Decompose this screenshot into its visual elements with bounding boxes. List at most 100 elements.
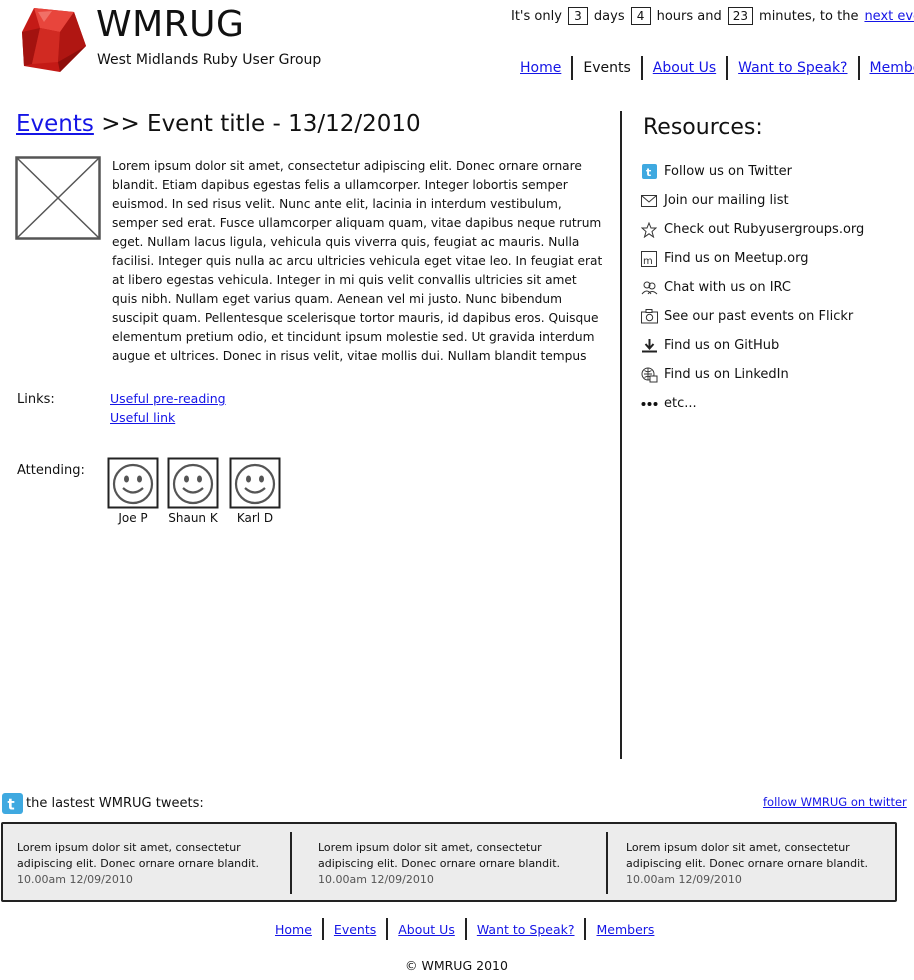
meetup-icon: m [640, 250, 658, 268]
tweets-header: t the lastest WMRUG tweets: [2, 793, 204, 814]
tweet-meta: 10.00am 12/09/2010 [318, 873, 434, 886]
footer-nav-speak[interactable]: Want to Speak? [477, 922, 575, 937]
footer-nav: Home Events About Us Want to Speak? Memb… [275, 918, 654, 940]
avatar-smiley-icon [229, 457, 281, 509]
nav-divider [640, 56, 643, 80]
resource-twitter[interactable]: t Follow us on Twitter [640, 157, 864, 186]
footer-nav-about[interactable]: About Us [398, 922, 455, 937]
nav-divider [857, 56, 860, 80]
event-image-placeholder [15, 156, 101, 240]
download-icon [640, 337, 658, 355]
ruby-logo [22, 8, 86, 72]
countdown-minutes: 23 [727, 7, 754, 25]
resource-label: Find us on LinkedIn [664, 367, 789, 382]
camera-icon [640, 308, 658, 326]
countdown-hours-label: hours and [656, 8, 722, 24]
nav-divider [321, 918, 324, 940]
follow-twitter-link[interactable]: follow WMRUG on twitter [763, 795, 907, 809]
footer-nav-events[interactable]: Events [334, 922, 376, 937]
nav-divider [571, 56, 574, 80]
mail-icon [640, 192, 658, 210]
event-description: Lorem ipsum dolor sit amet, consectetur … [112, 159, 603, 363]
next-event-link[interactable]: next event! [864, 9, 914, 24]
resource-irc[interactable]: Chat with us on IRC [640, 273, 864, 302]
site-title: WMRUG [96, 4, 245, 45]
nav-divider [386, 918, 389, 940]
svg-text:t: t [646, 166, 651, 179]
resource-label: etc... [664, 396, 697, 411]
tweet-meta: 10.00am 12/09/2010 [626, 873, 742, 886]
tweet-divider [606, 832, 608, 894]
copyright: © WMRUG 2010 [405, 958, 508, 973]
site-subtitle: West Midlands Ruby User Group [97, 52, 322, 68]
resource-label: Check out Rubyusergroups.org [664, 222, 865, 237]
avatar-smiley-icon [167, 457, 219, 509]
countdown-hours: 4 [630, 7, 651, 25]
event-title: >> Event title - 13/12/2010 [101, 111, 421, 137]
resource-label: Follow us on Twitter [664, 164, 792, 179]
attendee-name: Joe P [118, 511, 148, 525]
resource-label: Chat with us on IRC [664, 280, 791, 295]
nav-about[interactable]: About Us [653, 60, 716, 76]
resource-label: Find us on Meetup.org [664, 251, 809, 266]
tweet: Lorem ipsum dolor sit amet, consectetur … [318, 840, 584, 888]
links-list: Useful pre-reading Useful link [110, 389, 226, 427]
nav-divider [584, 918, 587, 940]
attendee-name: Karl D [236, 511, 274, 525]
breadcrumb-events-link[interactable]: Events [16, 111, 94, 137]
resource-label: Join our mailing list [664, 193, 789, 208]
attendee-name: Shaun K [168, 511, 218, 525]
resource-github[interactable]: Find us on GitHub [640, 331, 864, 360]
countdown-days: 3 [567, 7, 588, 25]
star-icon [640, 221, 658, 239]
tweet-meta: 10.00am 12/09/2010 [17, 873, 133, 886]
nav-home[interactable]: Home [520, 60, 561, 76]
resource-label: See our past events on Flickr [664, 309, 854, 324]
resource-etc[interactable]: etc... [640, 389, 864, 418]
twitter-icon: t [640, 163, 658, 181]
nav-divider [464, 918, 467, 940]
attendee[interactable]: Karl D [228, 457, 282, 525]
nav-events[interactable]: Events [583, 60, 630, 76]
avatar-smiley-icon [107, 457, 159, 509]
resource-meetup[interactable]: m Find us on Meetup.org [640, 244, 864, 273]
svg-text:t: t [8, 796, 15, 814]
tweets-heading: the lastest WMRUG tweets: [26, 796, 204, 811]
resource-mailing-list[interactable]: Join our mailing list [640, 186, 864, 215]
resource-linkedin[interactable]: Find us on LinkedIn [640, 360, 864, 389]
resources-title: Resources: [643, 115, 763, 140]
nav-divider [726, 56, 729, 80]
footer-nav-home[interactable]: Home [275, 922, 312, 937]
svg-text:m: m [643, 256, 653, 267]
resource-label: Find us on GitHub [664, 338, 780, 353]
tweet-text: Lorem ipsum dolor sit amet, consectetur … [318, 841, 561, 870]
countdown-days-label: days [593, 8, 625, 24]
resources-list: t Follow us on Twitter Join our mailing … [640, 157, 864, 418]
links-label: Links: [17, 392, 55, 407]
attendee[interactable]: Shaun K [166, 457, 220, 525]
ellipsis-icon [640, 395, 658, 413]
main-nav: Home Events About Us Want to Speak? Memb… [520, 56, 914, 80]
attendee[interactable]: Joe P [106, 457, 160, 525]
resource-flickr[interactable]: See our past events on Flickr [640, 302, 864, 331]
tweet-divider [290, 832, 292, 894]
footer-nav-members[interactable]: Members [596, 922, 654, 937]
tweet: Lorem ipsum dolor sit amet, consectetur … [626, 840, 892, 888]
nav-speak[interactable]: Want to Speak? [738, 60, 847, 76]
page-title: Events >> Event title - 13/12/2010 [16, 111, 421, 137]
linkedin-icon [640, 366, 658, 384]
resource-rubyusergroups[interactable]: Check out Rubyusergroups.org [640, 215, 864, 244]
tweets-panel: Lorem ipsum dolor sit amet, consectetur … [1, 822, 897, 902]
tweet-text: Lorem ipsum dolor sit amet, consectetur … [626, 841, 869, 870]
nav-members[interactable]: Members [870, 60, 914, 76]
twitter-icon: t [2, 793, 23, 814]
link-useful-link[interactable]: Useful link [110, 410, 175, 425]
countdown-prefix: It's only [511, 8, 562, 24]
tweet: Lorem ipsum dolor sit amet, consectetur … [17, 840, 279, 888]
column-divider [620, 111, 622, 759]
chat-icon [640, 279, 658, 297]
event-countdown: It's only 3 days 4 hours and 23 minutes,… [511, 7, 914, 25]
link-useful-pre-reading[interactable]: Useful pre-reading [110, 391, 226, 406]
attending-label: Attending: [17, 463, 85, 478]
countdown-minutes-label: minutes, to the [759, 8, 859, 24]
